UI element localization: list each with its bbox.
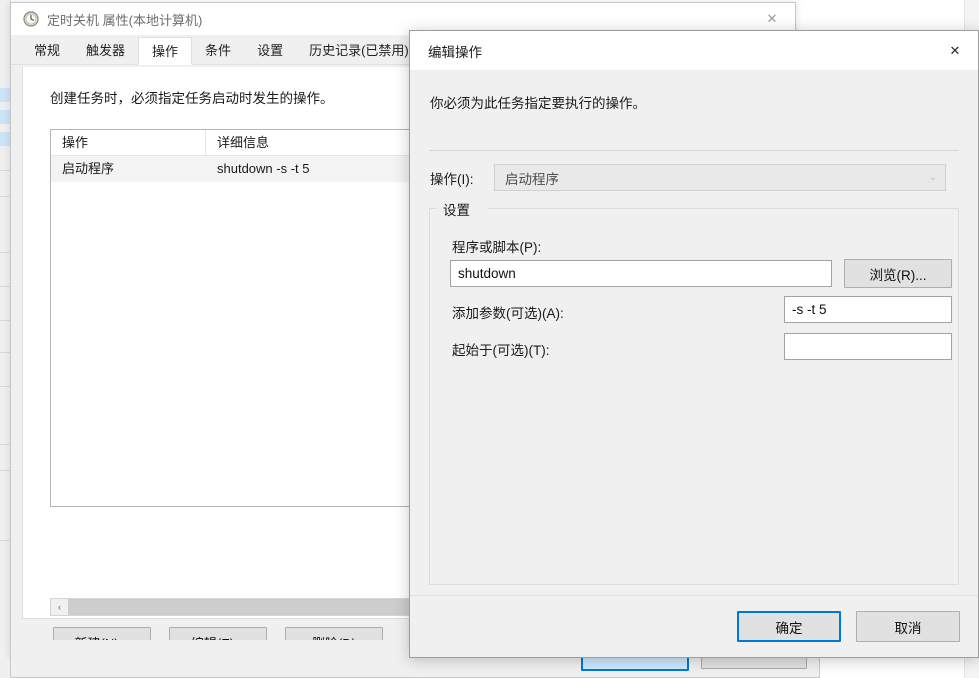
cancel-button[interactable]: 取消 [856,611,960,642]
clock-icon [23,11,39,27]
dialog-description: 你必须为此任务指定要执行的操作。 [430,96,646,111]
edit-action-dialog: 编辑操作 ✕ 你必须为此任务指定要执行的操作。 操作(I): 启动程序 ⌄ 设置… [409,30,979,658]
groupbox-border-right [488,208,959,209]
arguments-field-label: 添加参数(可选)(A): [452,306,564,321]
cell-action: 启动程序 [62,161,115,176]
settings-groupbox-legend: 设置 [438,199,475,219]
tab-history[interactable]: 历史记录(已禁用) [296,37,422,65]
scroll-left-arrow-icon[interactable]: ‹ [51,599,68,615]
startin-field-label: 起始于(可选)(T): [452,343,550,358]
tab-conditions[interactable]: 条件 [192,37,244,65]
tab-triggers[interactable]: 触发器 [73,37,138,65]
groupbox-border-left [429,208,437,209]
program-input[interactable] [450,260,832,287]
action-field-label: 操作(I): [430,171,474,187]
action-type-dropdown[interactable]: 启动程序 ⌄ [494,164,946,191]
dialog-divider [429,150,959,151]
tab-actions[interactable]: 操作 [138,37,193,65]
action-type-value: 启动程序 [505,171,559,187]
program-field-label: 程序或脚本(P): [452,240,542,255]
settings-groupbox: 设置 程序或脚本(P): 浏览(R)... 添加参数(可选)(A): 起始于(可… [429,199,959,585]
properties-window-title: 定时关机 属性(本地计算机) [47,12,203,28]
action-field-label-row: 操作(I): [430,164,474,191]
chevron-down-icon: ⌄ [928,172,937,183]
tab-settings[interactable]: 设置 [244,37,296,65]
dialog-close-icon[interactable]: ✕ [932,31,978,70]
ok-button[interactable]: 确定 [737,611,841,642]
start-in-input[interactable] [784,333,952,360]
dialog-body: 你必须为此任务指定要执行的操作。 操作(I): 启动程序 ⌄ 设置 程序或脚本(… [410,70,978,595]
dialog-title: 编辑操作 [428,44,482,60]
column-header-action[interactable]: 操作 [51,130,206,155]
tab-general[interactable]: 常规 [21,37,73,65]
dialog-footer: 确定 取消 [410,595,978,657]
dialog-titlebar: 编辑操作 ✕ [410,31,978,70]
arguments-input[interactable] [784,296,952,323]
browse-button[interactable]: 浏览(R)... [844,259,952,288]
